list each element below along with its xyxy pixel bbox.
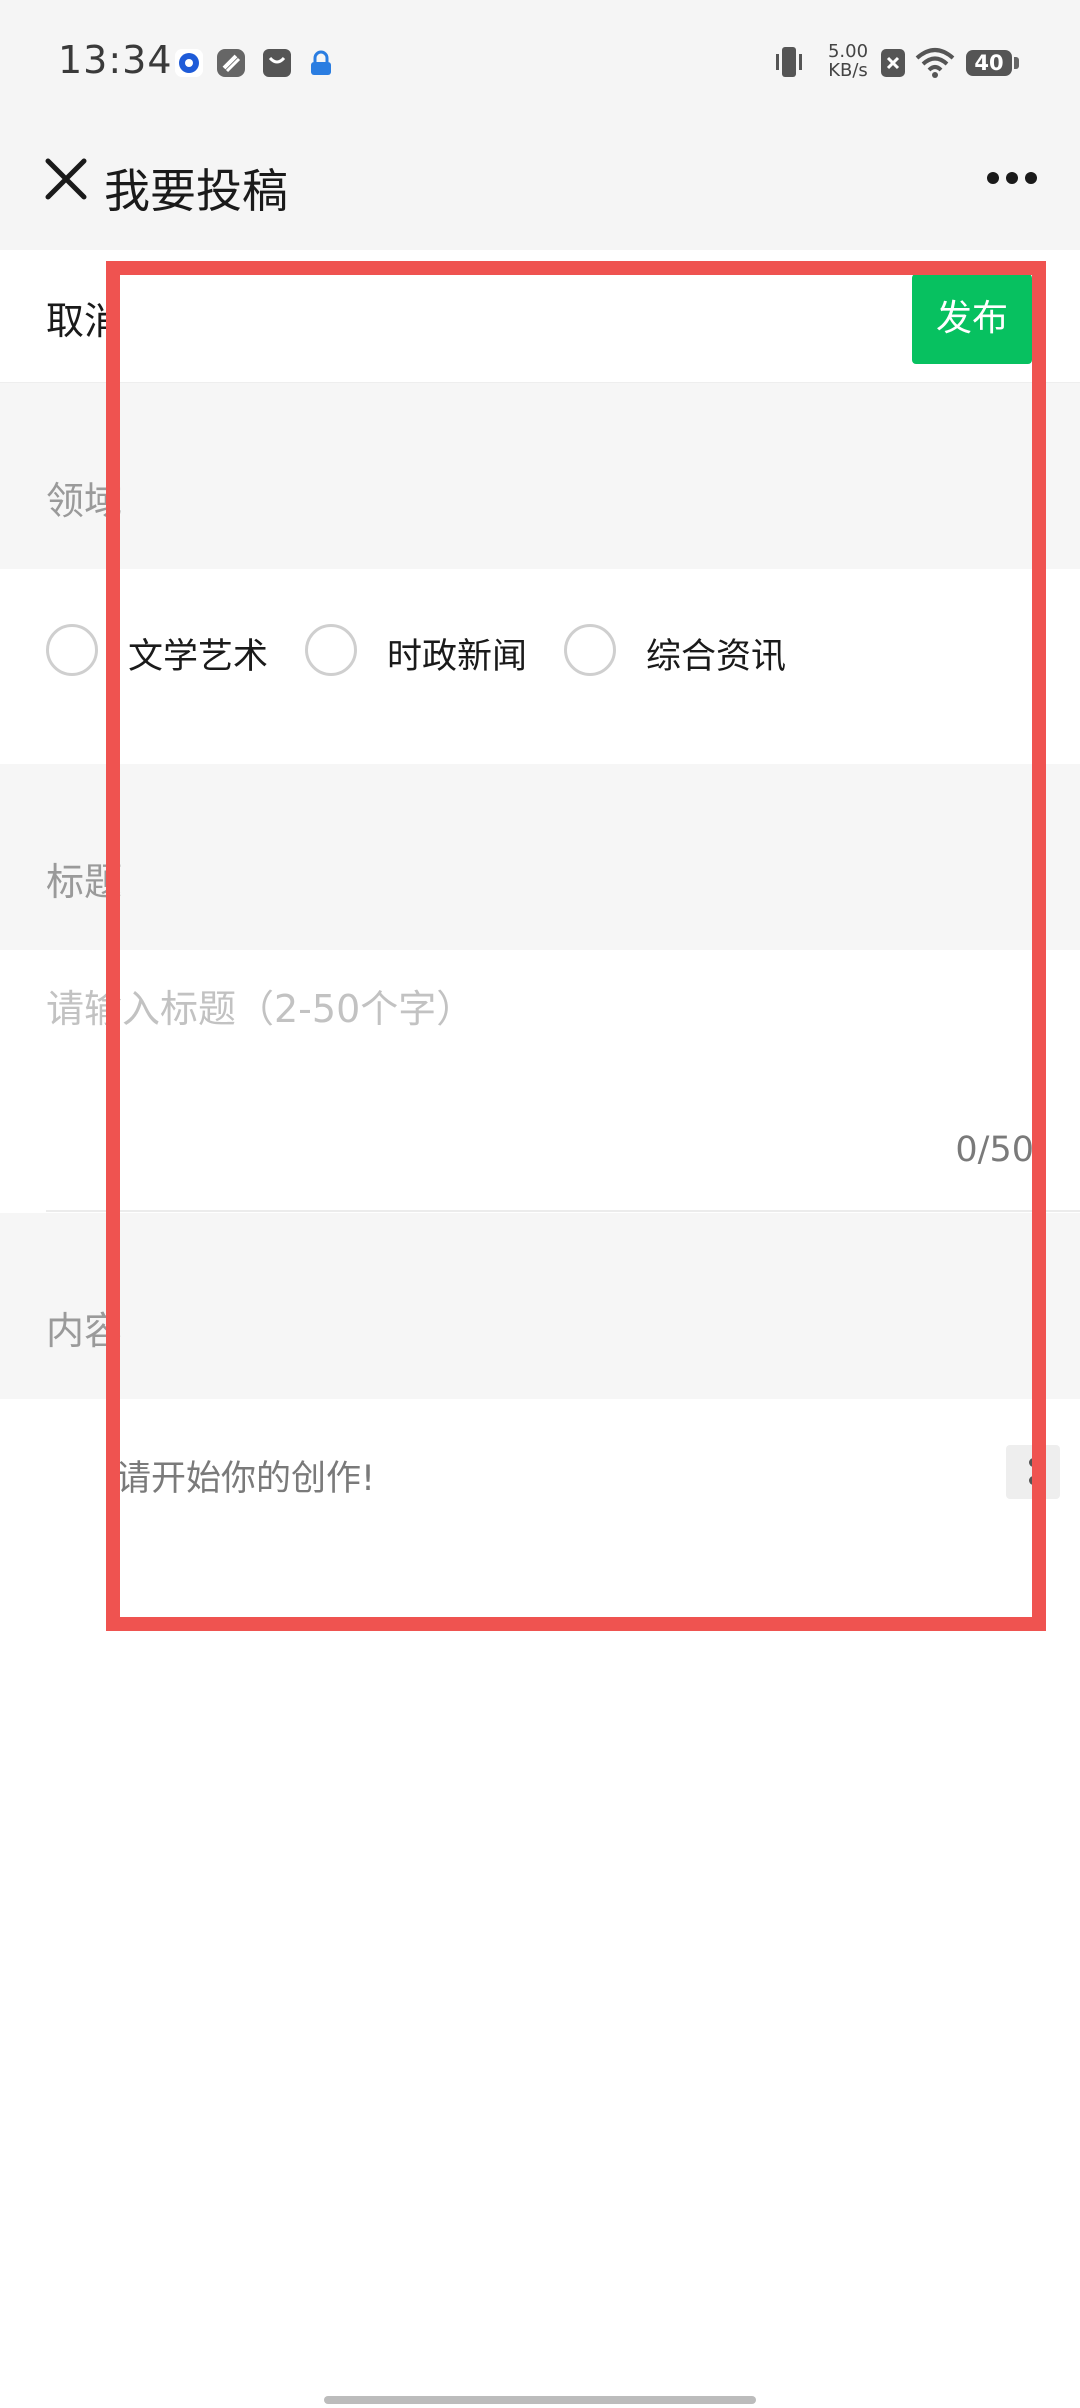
divider <box>46 1210 1080 1212</box>
domain-label: 领域 <box>46 479 123 523</box>
title-char-counter: 0/50 <box>955 1130 1034 1170</box>
network-speed: 5.00 KB/s <box>820 42 876 80</box>
title-section-header: 标题 <box>0 764 1080 950</box>
more-icon[interactable] <box>986 170 1038 184</box>
content-section-header: 内容 <box>0 1213 1080 1399</box>
action-bar: 取消 发布 <box>0 250 1080 384</box>
kebab-dot <box>1029 1476 1038 1485</box>
editor-menu-button[interactable] <box>1006 1445 1060 1499</box>
title-label: 标题 <box>46 860 123 904</box>
radio-label: 综合资讯 <box>646 637 787 677</box>
radio-circle[interactable] <box>305 624 357 676</box>
publish-button[interactable]: 发布 <box>912 274 1032 364</box>
domain-section-header: 领域 <box>0 383 1080 569</box>
status-time: 13:34 <box>58 38 173 82</box>
radio-label: 文学艺术 <box>128 637 269 677</box>
content-editor[interactable]: 请开始你的创作! <box>0 1400 1080 2000</box>
network-speed-value: 5.00 <box>827 41 869 62</box>
home-indicator[interactable] <box>324 2396 756 2404</box>
radio-circle[interactable] <box>564 624 616 676</box>
domain-radio-group: 文学艺术 时政新闻 综合资讯 <box>0 569 1080 764</box>
app-notification-icon <box>174 48 204 78</box>
close-icon[interactable] <box>44 157 88 201</box>
cancel-button[interactable]: 取消 <box>46 290 122 345</box>
sim-off-icon <box>880 48 906 82</box>
content-label: 内容 <box>46 1309 123 1353</box>
title-input-area[interactable]: 请输入标题（2-50个字） 0/50 <box>0 950 1080 1212</box>
title-bar: 我要投稿 <box>0 125 1080 250</box>
vibrate-icon <box>772 44 806 84</box>
page-title: 我要投稿 <box>104 164 288 218</box>
network-speed-unit: KB/s <box>828 60 868 81</box>
radio-label: 时政新闻 <box>387 637 528 677</box>
app-notification-icon <box>262 48 292 78</box>
status-bar: 13:34 5.00 KB/s 40 <box>0 0 1080 125</box>
app-notification-icon <box>306 48 336 78</box>
battery-icon: 40 <box>966 50 1012 76</box>
title-input[interactable]: 请输入标题（2-50个字） <box>46 978 474 1033</box>
wifi-icon <box>914 46 956 84</box>
radio-circle[interactable] <box>46 624 98 676</box>
battery-tip <box>1014 57 1019 69</box>
kebab-dot <box>1029 1458 1038 1467</box>
content-placeholder[interactable]: 请开始你的创作! <box>116 1450 375 1501</box>
app-notification-icon <box>216 48 246 78</box>
